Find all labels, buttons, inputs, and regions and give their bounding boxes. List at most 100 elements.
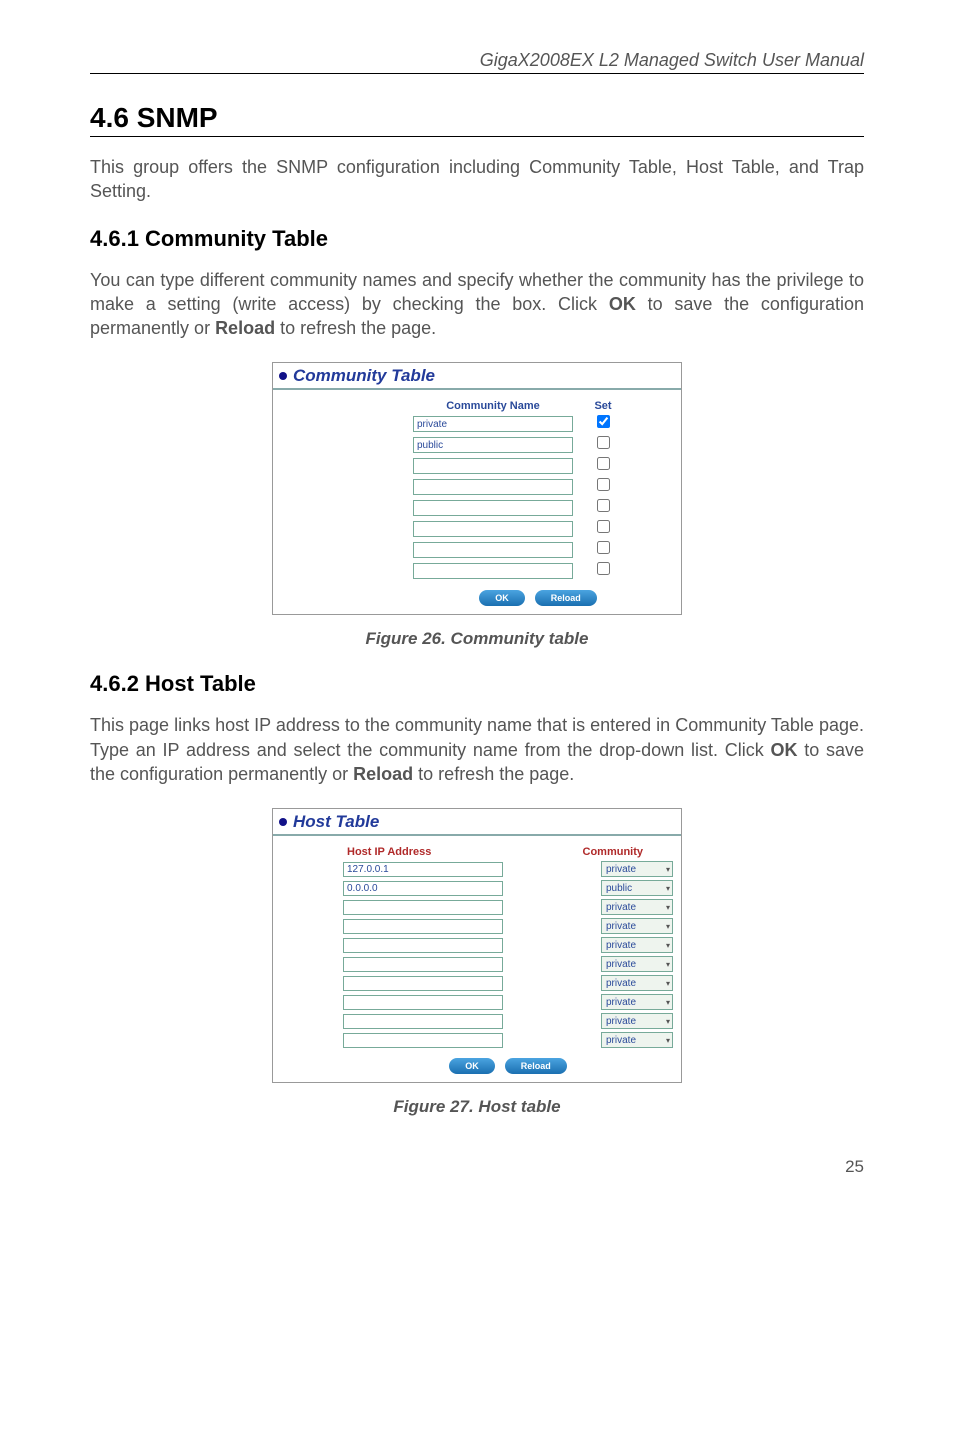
- heading-4-6-1: 4.6.1 Community Table: [90, 226, 864, 252]
- select-value: private: [606, 978, 636, 989]
- host-row: private ▾: [343, 994, 673, 1010]
- host-ip-input[interactable]: [343, 995, 503, 1010]
- community-select[interactable]: private ▾: [601, 899, 673, 915]
- host-ip-input[interactable]: [343, 862, 503, 877]
- bullet-icon: [279, 818, 287, 826]
- doc-title: GigaX2008EX L2 Managed Switch User Manua…: [90, 50, 864, 73]
- reload-button[interactable]: Reload: [505, 1058, 567, 1074]
- set-checkbox[interactable]: [597, 436, 610, 449]
- community-row: [413, 520, 663, 538]
- host-row: public ▾: [343, 880, 673, 896]
- set-checkbox[interactable]: [597, 499, 610, 512]
- reload-button[interactable]: Reload: [535, 590, 597, 606]
- select-value: private: [606, 902, 636, 913]
- host-ip-input[interactable]: [343, 1033, 503, 1048]
- bold-ok: OK: [609, 294, 636, 314]
- chevron-down-icon: ▾: [666, 884, 670, 893]
- host-row: private ▾: [343, 918, 673, 934]
- community-row: [413, 499, 663, 517]
- bold-reload: Reload: [353, 764, 413, 784]
- community-select[interactable]: private▾: [601, 861, 673, 877]
- host-ip-input[interactable]: [343, 881, 503, 896]
- chevron-down-icon: ▾: [666, 1036, 670, 1045]
- text: to refresh the page.: [413, 764, 574, 784]
- community-name-input[interactable]: [413, 416, 573, 432]
- set-checkbox[interactable]: [597, 562, 610, 575]
- chevron-down-icon: ▾: [666, 1017, 670, 1026]
- heading-4-6-2: 4.6.2 Host Table: [90, 671, 864, 697]
- text: to refresh the page.: [275, 318, 436, 338]
- community-row: [413, 541, 663, 559]
- community-name-input[interactable]: [413, 479, 573, 495]
- host-row: private ▾: [343, 937, 673, 953]
- community-table-panel: Community Table Community Name Set OK Re…: [272, 362, 682, 615]
- set-checkbox[interactable]: [597, 520, 610, 533]
- select-value: private: [606, 1016, 636, 1027]
- chevron-down-icon: ▾: [666, 922, 670, 931]
- chevron-down-icon: ▾: [666, 960, 670, 969]
- host-ip-input[interactable]: [343, 900, 503, 915]
- host-ip-input[interactable]: [343, 1014, 503, 1029]
- community-select[interactable]: private ▾: [601, 1032, 673, 1048]
- chevron-down-icon: ▾: [666, 998, 670, 1007]
- chevron-down-icon: ▾: [666, 865, 670, 874]
- community-name-input[interactable]: [413, 542, 573, 558]
- panel-title: Community Table: [293, 366, 435, 386]
- host-row: private ▾: [343, 1013, 673, 1029]
- bold-reload: Reload: [215, 318, 275, 338]
- community-select[interactable]: private ▾: [601, 956, 673, 972]
- ok-button[interactable]: OK: [449, 1058, 495, 1074]
- community-name-input[interactable]: [413, 521, 573, 537]
- community-name-input[interactable]: [413, 500, 573, 516]
- community-select[interactable]: private ▾: [601, 994, 673, 1010]
- host-ip-input[interactable]: [343, 957, 503, 972]
- community-name-input[interactable]: [413, 437, 573, 453]
- community-select[interactable]: public ▾: [601, 880, 673, 896]
- bullet-icon: [279, 372, 287, 380]
- host-ip-input[interactable]: [343, 938, 503, 953]
- community-row: [413, 436, 663, 454]
- page-number: 25: [90, 1157, 864, 1177]
- host-row: private▾: [343, 861, 673, 877]
- select-value: public: [606, 883, 632, 894]
- bold-ok: OK: [770, 740, 797, 760]
- host-ip-input[interactable]: [343, 976, 503, 991]
- chevron-down-icon: ▾: [666, 941, 670, 950]
- host-table-panel: Host Table Host IP Address Community pri…: [272, 808, 682, 1083]
- col-community-name: Community Name: [413, 400, 573, 412]
- para-4-6-2: This page links host IP address to the c…: [90, 713, 864, 786]
- chevron-down-icon: ▾: [666, 903, 670, 912]
- select-value: private: [606, 959, 636, 970]
- set-checkbox[interactable]: [597, 457, 610, 470]
- community-select[interactable]: private ▾: [601, 1013, 673, 1029]
- community-name-input[interactable]: [413, 458, 573, 474]
- col-host-ip: Host IP Address: [343, 846, 513, 858]
- para-4-6-1: You can type different community names a…: [90, 268, 864, 341]
- select-value: private: [606, 921, 636, 932]
- text: This page links host IP address to the c…: [90, 715, 864, 759]
- col-community: Community: [513, 846, 653, 858]
- set-checkbox[interactable]: [597, 541, 610, 554]
- community-row: [413, 562, 663, 580]
- figure-26-caption: Figure 26. Community table: [90, 629, 864, 649]
- host-row: private ▾: [343, 1032, 673, 1048]
- host-ip-input[interactable]: [343, 919, 503, 934]
- community-select[interactable]: private ▾: [601, 937, 673, 953]
- figure-27-caption: Figure 27. Host table: [90, 1097, 864, 1117]
- select-value: private: [606, 940, 636, 951]
- host-row: private▾: [343, 975, 673, 991]
- community-select[interactable]: private▾: [601, 975, 673, 991]
- community-row: [413, 478, 663, 496]
- community-select[interactable]: private ▾: [601, 918, 673, 934]
- ok-button[interactable]: OK: [479, 590, 525, 606]
- select-value: private: [606, 1035, 636, 1046]
- host-row: private ▾: [343, 956, 673, 972]
- host-row: private ▾: [343, 899, 673, 915]
- community-name-input[interactable]: [413, 563, 573, 579]
- panel-title: Host Table: [293, 812, 379, 832]
- set-checkbox[interactable]: [597, 478, 610, 491]
- set-checkbox[interactable]: [597, 415, 610, 428]
- select-value: private: [606, 997, 636, 1008]
- col-set: Set: [573, 400, 633, 412]
- community-row: [413, 415, 663, 433]
